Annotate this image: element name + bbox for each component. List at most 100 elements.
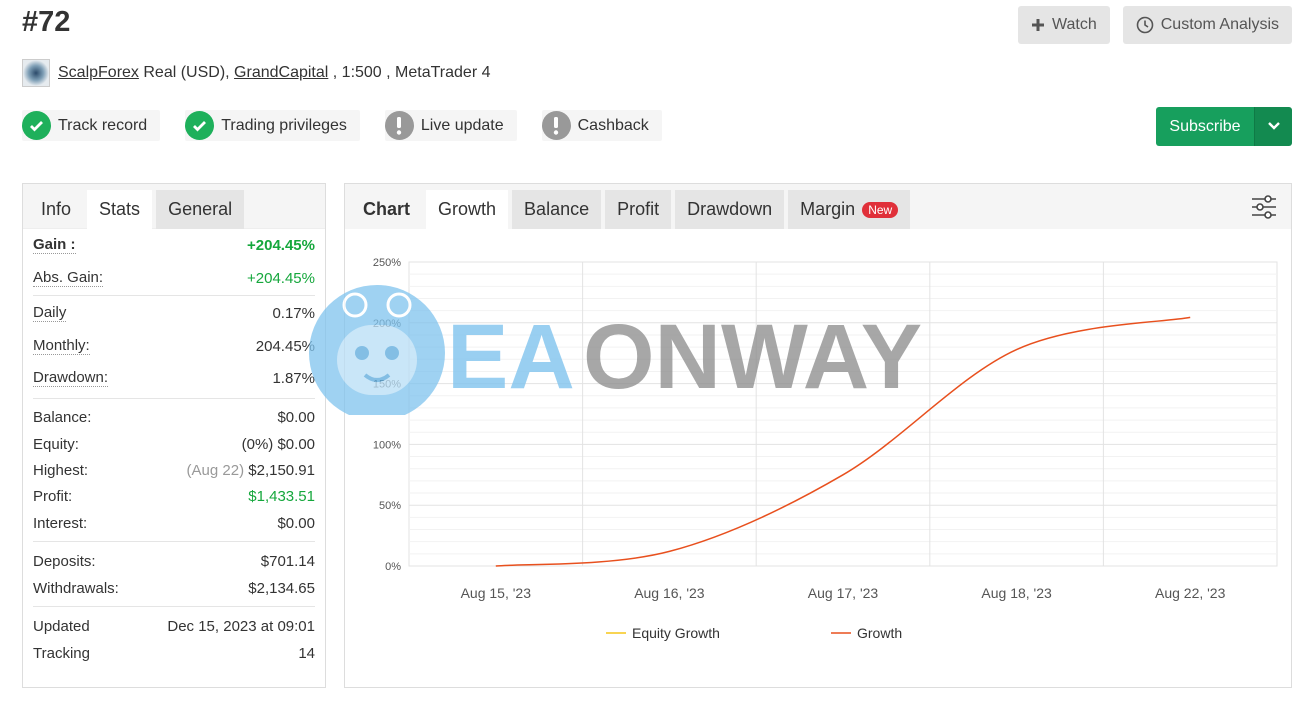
badge-cashback[interactable]: Cashback [541, 110, 662, 141]
stat-value: $0.00 [277, 514, 315, 532]
stat-label: Interest: [33, 514, 88, 532]
broker-link[interactable]: GrandCapital [234, 64, 328, 82]
stat-label[interactable]: Monthly: [33, 337, 90, 355]
tab-margin-label: Margin [800, 199, 856, 219]
stat-label: Balance: [33, 408, 92, 426]
x-tick-label: Aug 16, '23 [634, 585, 705, 601]
watch-button[interactable]: Watch [1017, 6, 1110, 44]
chart-tabs: Chart Growth Balance Profit Drawdown Mar… [345, 184, 1291, 229]
x-tick-label: Aug 22, '23 [1155, 585, 1226, 601]
stats-list: Gain : +204.45% Abs. Gain: +204.45% Dail… [23, 229, 325, 662]
badge-label: Live update [420, 116, 504, 134]
tab-profit[interactable]: Profit [605, 190, 672, 229]
x-tick-label: Aug 18, '23 [981, 585, 1052, 601]
badge-trading-privileges[interactable]: Trading privileges [185, 110, 360, 141]
stat-value: 1.87% [272, 369, 315, 387]
y-tick-label: 0% [385, 561, 401, 573]
stat-label: Withdrawals: [33, 579, 119, 597]
plot-frame [408, 261, 1278, 567]
check-icon [185, 111, 215, 140]
stat-gain: Gain : +204.45% [33, 229, 315, 261]
stat-value: 0.17% [272, 304, 315, 322]
stat-value: +204.45% [247, 236, 315, 254]
verification-badges: Track record Trading privileges Live upd… [22, 110, 662, 141]
badge-live-update[interactable]: Live update [384, 110, 517, 141]
custom-analysis-label: Custom Analysis [1160, 16, 1279, 33]
highest-date: (Aug 22) [186, 461, 245, 479]
stat-label: Equity: [33, 435, 79, 453]
stat-abs-gain: Abs. Gain: +204.45% [33, 261, 315, 295]
avatar[interactable] [22, 59, 50, 87]
tab-drawdown[interactable]: Drawdown [675, 190, 785, 229]
chevron-down-icon [1267, 118, 1281, 136]
badge-label: Trading privileges [221, 116, 347, 134]
y-tick-label: 250% [373, 257, 401, 269]
stat-value: 204.45% [255, 337, 315, 355]
chart-grid [408, 261, 1278, 567]
stat-daily: Daily 0.17% [33, 296, 315, 330]
legend-equity-label[interactable]: Equity Growth [632, 625, 720, 641]
tab-chart[interactable]: Chart [351, 190, 422, 229]
x-tick-label: Aug 15, '23 [461, 585, 532, 601]
plus-icon [1031, 18, 1045, 32]
custom-analysis-button[interactable]: Custom Analysis [1122, 6, 1292, 44]
stat-label[interactable]: Drawdown: [33, 369, 109, 387]
stat-drawdown: Drawdown: 1.87% [33, 362, 315, 394]
tab-margin[interactable]: Margin New [788, 190, 911, 229]
sliders-icon [1251, 195, 1277, 224]
y-tick-label: 100% [373, 439, 401, 451]
stat-value: $1,433.51 [248, 487, 315, 505]
y-tick-label: 200% [373, 318, 401, 330]
badge-track-record[interactable]: Track record [22, 110, 161, 141]
stat-label: Profit: [33, 487, 73, 505]
stat-deposits: Deposits: $701.14 [33, 542, 315, 580]
tab-general[interactable]: General [156, 190, 245, 229]
stat-value: $0.00 [277, 408, 315, 426]
stat-label[interactable]: Abs. Gain: [33, 269, 104, 287]
stat-value: $701.14 [260, 552, 315, 570]
watch-label: Watch [1051, 16, 1097, 33]
exclamation-icon [384, 111, 414, 140]
x-axis-ticks: Aug 15, '23 Aug 16, '23 Aug 17, '23 Aug 18,… [461, 585, 1226, 601]
legend-growth-label[interactable]: Growth [857, 625, 902, 641]
stat-updated: Updated Dec 15, 2023 at 09:01 [33, 607, 315, 645]
stat-equity: Equity: (0%) $0.00 [33, 435, 315, 453]
stat-label[interactable]: Gain : [33, 236, 76, 254]
tab-growth[interactable]: Growth [426, 190, 509, 229]
stat-label: Highest: [33, 461, 89, 479]
subscribe-button[interactable]: Subscribe [1156, 107, 1254, 146]
stat-value: Dec 15, 2023 at 09:01 [167, 617, 315, 635]
stat-interest: Interest: $0.00 [33, 505, 315, 541]
account-type: Real (USD), [138, 64, 235, 81]
growth-chart: 0% 50% 100% 150% 200% 250% Aug 15, '23 Aug 16,… [373, 257, 1278, 641]
stats-tabs: Info Stats General [23, 184, 325, 229]
clock-icon [1136, 16, 1154, 34]
chart-legend: Equity Growth Growth [606, 625, 902, 641]
subscribe-button-group: Subscribe [1156, 107, 1292, 146]
stat-balance: Balance: $0.00 [33, 399, 315, 435]
chart-settings-button[interactable] [1251, 194, 1277, 225]
stat-label: Updated [33, 617, 90, 635]
chart-panel: Chart Growth Balance Profit Drawdown Mar… [344, 183, 1292, 688]
subscribe-dropdown-button[interactable] [1254, 107, 1292, 146]
tab-info[interactable]: Info [29, 190, 83, 229]
tab-balance[interactable]: Balance [512, 190, 602, 229]
badge-label: Cashback [577, 116, 649, 134]
stat-label[interactable]: Daily [33, 304, 67, 322]
tab-stats[interactable]: Stats [87, 190, 153, 229]
top-actions: Watch Custom Analysis [1017, 6, 1292, 44]
badge-label: Track record [58, 116, 148, 134]
stat-tracking: Tracking 14 [33, 644, 315, 662]
stats-panel: Info Stats General Gain : +204.45% Abs. … [22, 183, 326, 688]
exclamation-icon [541, 111, 571, 140]
stat-value: (0%) $0.00 [241, 435, 315, 453]
y-tick-label: 150% [373, 379, 401, 391]
stat-label: Tracking [33, 644, 90, 662]
stat-value: 14 [298, 644, 315, 662]
account-meta: ScalpForex Real (USD), GrandCapital , 1:… [22, 59, 490, 87]
check-icon [22, 111, 51, 140]
stat-highest: Highest: (Aug 22) $2,150.91 [33, 453, 315, 487]
owner-link[interactable]: ScalpForex [58, 64, 139, 82]
stat-value: (Aug 22) $2,150.91 [187, 462, 315, 479]
stat-monthly: Monthly: 204.45% [33, 330, 315, 362]
